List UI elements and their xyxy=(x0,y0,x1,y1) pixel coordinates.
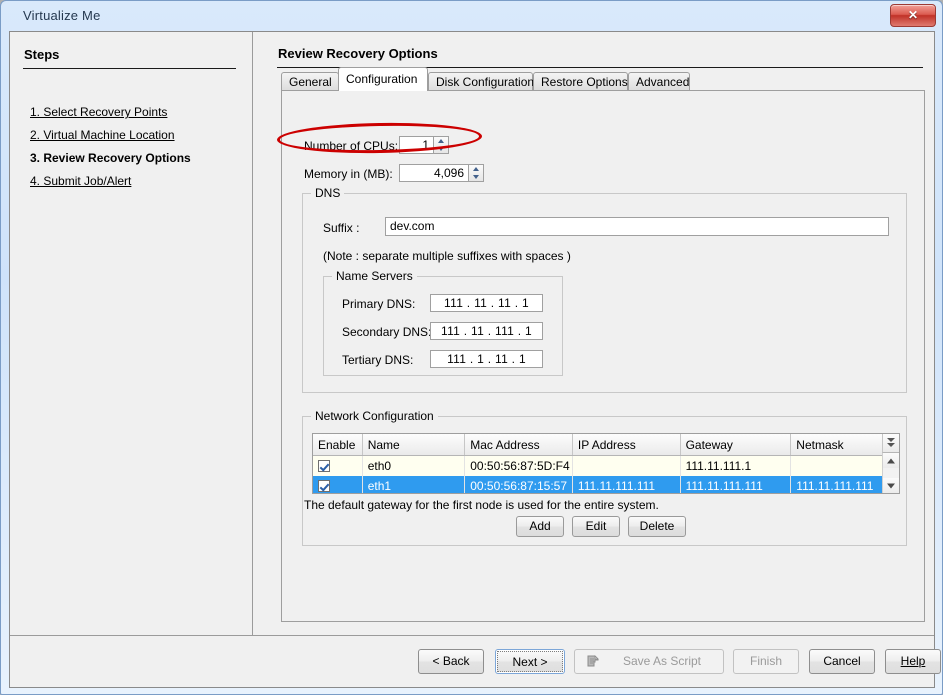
save-as-script-label: Save As Script xyxy=(607,650,717,673)
close-icon: ✕ xyxy=(891,5,935,26)
gateway-cell: 111.11.111.111 xyxy=(680,476,791,494)
add-button[interactable]: Add xyxy=(516,516,564,537)
help-button[interactable]: Help xyxy=(885,649,941,674)
number-of-cpus-label: Number of CPUs: xyxy=(304,139,398,153)
help-button-label: Help xyxy=(901,654,926,668)
enable-checkbox[interactable] xyxy=(318,480,330,492)
sidebar-item-virtual-machine-location[interactable]: 2. Virtual Machine Location xyxy=(30,127,240,144)
tab-configuration[interactable]: Configuration xyxy=(338,67,428,91)
tab-strip: General Configuration Disk Configuration… xyxy=(281,69,925,91)
secondary-dns-label: Secondary DNS: xyxy=(342,325,431,339)
wizard-button-bar: < Back Next > Save As Script Finish Canc… xyxy=(10,635,934,687)
save-as-script-button: Save As Script xyxy=(574,649,724,674)
network-configuration-group-label: Network Configuration xyxy=(311,409,438,423)
name-cell: eth0 xyxy=(362,456,465,477)
tab-disk-configuration[interactable]: Disk Configuration xyxy=(428,72,533,91)
name-cell: eth1 xyxy=(362,476,465,494)
finish-button-label: Finish xyxy=(750,654,782,668)
ip-cell: 111.11.111.111 xyxy=(572,476,680,494)
tertiary-dns-input[interactable]: 111 . 1 . 11 . 1 xyxy=(430,350,543,368)
column-header-mac[interactable]: Mac Address xyxy=(465,434,573,456)
primary-dns-label: Primary DNS: xyxy=(342,297,415,311)
column-header-enable[interactable]: Enable xyxy=(313,434,362,456)
ip-cell xyxy=(572,456,680,477)
column-header-gateway[interactable]: Gateway xyxy=(680,434,791,456)
next-button-label: Next > xyxy=(497,651,563,672)
memory-in-mb-label: Memory in (MB): xyxy=(304,167,393,181)
memory-in-mb-spin-buttons[interactable] xyxy=(468,164,484,182)
finish-button: Finish xyxy=(733,649,799,674)
table-row[interactable]: eth0 00:50:56:87:5D:F4 111.11.111.1 xyxy=(313,456,899,477)
table-header-row: Enable Name Mac Address IP Address Gatew… xyxy=(313,434,899,456)
tab-restore-options[interactable]: Restore Options xyxy=(533,72,628,91)
cancel-button[interactable]: Cancel xyxy=(809,649,875,674)
scroll-up-icon[interactable] xyxy=(883,453,899,468)
application-window: Virtualize Me ✕ Steps 1. Select Recovery… xyxy=(0,0,943,695)
network-hint: The default gateway for the first node i… xyxy=(304,498,659,512)
spin-down-icon[interactable] xyxy=(434,145,448,153)
steps-list: 1. Select Recovery Points 2. Virtual Mac… xyxy=(30,104,240,196)
network-table[interactable]: Enable Name Mac Address IP Address Gatew… xyxy=(312,433,900,494)
spin-down-icon[interactable] xyxy=(469,173,483,181)
configuration-tab-panel: Number of CPUs: 1 Memory in (MB): 4,096 xyxy=(281,90,925,622)
enable-cell[interactable] xyxy=(313,456,362,477)
tab-advanced[interactable]: Advanced xyxy=(628,72,690,91)
primary-dns-input[interactable]: 111 . 11 . 11 . 1 xyxy=(430,294,543,312)
steps-sidebar: Steps 1. Select Recovery Points 2. Virtu… xyxy=(10,32,253,636)
mac-cell: 00:50:56:87:5D:F4 xyxy=(465,456,573,477)
spin-up-icon[interactable] xyxy=(469,165,483,173)
memory-in-mb-input[interactable]: 4,096 xyxy=(399,164,469,182)
tab-general[interactable]: General xyxy=(281,72,339,91)
sidebar-item-review-recovery-options: 3. Review Recovery Options xyxy=(30,150,240,167)
number-of-cpus-stepper[interactable]: 1 xyxy=(399,136,449,154)
steps-heading: Steps xyxy=(24,47,59,62)
back-button-label: < Back xyxy=(432,654,469,668)
back-button[interactable]: < Back xyxy=(418,649,484,674)
name-servers-group-label: Name Servers xyxy=(332,269,417,283)
next-button[interactable]: Next > xyxy=(495,649,565,674)
secondary-dns-input[interactable]: 111 . 11 . 111 . 1 xyxy=(430,322,543,340)
name-servers-groupbox: Name Servers Primary DNS: 111 . 11 . 11 … xyxy=(323,276,563,376)
dns-group-label: DNS xyxy=(311,186,344,200)
client-area: Steps 1. Select Recovery Points 2. Virtu… xyxy=(9,31,935,688)
close-button[interactable]: ✕ xyxy=(890,4,936,27)
window-title: Virtualize Me xyxy=(23,8,101,23)
main-pane: Review Recovery Options General Configur… xyxy=(254,32,935,636)
number-of-cpus-spin-buttons[interactable] xyxy=(433,136,449,154)
steps-divider xyxy=(23,68,236,69)
gateway-cell: 111.11.111.1 xyxy=(680,456,791,477)
tertiary-dns-label: Tertiary DNS: xyxy=(342,353,413,367)
title-bar: Virtualize Me ✕ xyxy=(1,1,942,31)
table-vertical-scrollbar[interactable] xyxy=(882,453,899,493)
script-icon xyxy=(586,655,601,669)
column-chooser-icon[interactable] xyxy=(882,434,899,453)
edit-button[interactable]: Edit xyxy=(572,516,620,537)
page-title: Review Recovery Options xyxy=(278,46,438,61)
number-of-cpus-input[interactable]: 1 xyxy=(399,136,434,154)
suffix-label: Suffix : xyxy=(323,221,359,235)
column-header-name[interactable]: Name xyxy=(362,434,465,456)
suffix-input[interactable]: dev.com xyxy=(385,217,889,236)
memory-in-mb-stepper[interactable]: 4,096 xyxy=(399,164,484,182)
spin-up-icon[interactable] xyxy=(434,137,448,145)
sidebar-item-submit-job-alert[interactable]: 4. Submit Job/Alert xyxy=(30,173,240,190)
mac-cell: 00:50:56:87:15:57 xyxy=(465,476,573,494)
suffix-note: (Note : separate multiple suffixes with … xyxy=(323,249,571,263)
network-configuration-groupbox: Network Configuration Enable Name xyxy=(302,416,907,546)
sidebar-item-select-recovery-points[interactable]: 1. Select Recovery Points xyxy=(30,104,240,121)
table-row[interactable]: eth1 00:50:56:87:15:57 111.11.111.111 11… xyxy=(313,476,899,494)
cancel-button-label: Cancel xyxy=(823,654,860,668)
dns-groupbox: DNS Suffix : dev.com (Note : separate mu… xyxy=(302,193,907,393)
enable-checkbox[interactable] xyxy=(318,460,330,472)
column-header-ip[interactable]: IP Address xyxy=(572,434,680,456)
delete-button[interactable]: Delete xyxy=(628,516,686,537)
scroll-down-icon[interactable] xyxy=(883,478,899,493)
enable-cell[interactable] xyxy=(313,476,362,494)
